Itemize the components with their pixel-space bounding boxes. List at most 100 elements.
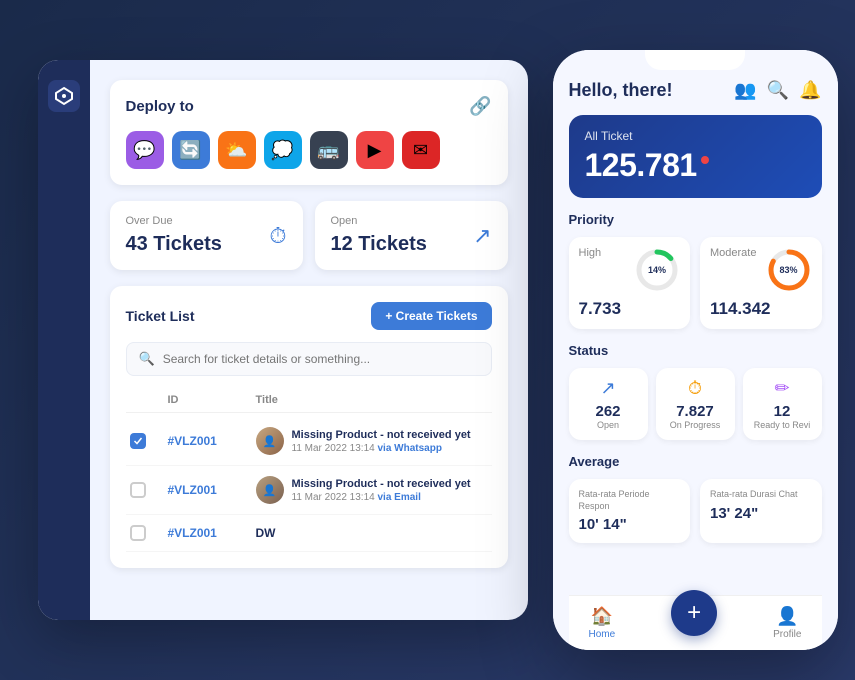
desktop-card: Deploy to 🔗 💬 🔄 ⛅ 💭 🚌 ▶ ✉ Over Due	[38, 60, 528, 620]
priority-section-title: Priority	[569, 212, 822, 227]
table-row[interactable]: #VLZ001 DW	[126, 515, 492, 552]
open-label: Open	[331, 215, 492, 227]
high-priority-header: High 14%	[579, 247, 681, 293]
create-tickets-button[interactable]: + Create Tickets	[371, 302, 491, 330]
avatar: 👤	[256, 427, 284, 455]
mobile-greeting: Hello, there!	[569, 80, 673, 101]
moderate-priority-card: Moderate 83% 114.342	[700, 237, 822, 329]
avg-chat-label: Rata-rata Durasi Chat	[710, 489, 812, 501]
ticket-info: 👤 Missing Product - not received yet 11 …	[256, 427, 488, 455]
avg-chat-card: Rata-rata Durasi Chat 13' 24"	[700, 479, 822, 543]
average-row: Rata-rata Periode Respon 10' 14" Rata-ra…	[569, 479, 822, 543]
ticket-info: 👤 Missing Product - not received yet 11 …	[256, 476, 488, 504]
review-status-icon: ✏	[749, 378, 816, 399]
overdue-value: 43 Tickets	[126, 233, 222, 256]
notification-dot	[701, 156, 709, 164]
progress-status-label: On Progress	[662, 420, 729, 430]
deploy-header: Deploy to 🔗	[126, 96, 492, 117]
avg-response-card: Rata-rata Periode Respon 10' 14"	[569, 479, 691, 543]
users-icon[interactable]: 👥	[734, 80, 756, 101]
ticket-details: Missing Product - not received yet 11 Ma…	[292, 478, 471, 503]
profile-label: Profile	[773, 629, 801, 640]
sidebar-logo	[48, 80, 80, 112]
review-status-value: 12	[749, 403, 816, 420]
open-status-card: ↗ 262 Open	[569, 368, 648, 440]
profile-icon: 👤	[776, 606, 798, 627]
checkbox[interactable]	[130, 482, 146, 498]
progress-status-card: ⏱ 7.827 On Progress	[656, 368, 735, 440]
mobile-nav: 🏠 Home + 👤 Profile	[569, 595, 822, 650]
nav-home[interactable]: 🏠 Home	[589, 606, 616, 640]
notification-icon[interactable]: 🔔	[799, 80, 821, 101]
ticket-details: Missing Product - not received yet 11 Ma…	[292, 429, 471, 454]
checkbox[interactable]	[130, 525, 146, 541]
search-input[interactable]	[163, 352, 479, 366]
progress-status-value: 7.827	[662, 403, 729, 420]
col-id: ID	[168, 394, 248, 406]
high-label: High	[579, 247, 602, 259]
nav-profile[interactable]: 👤 Profile	[773, 606, 801, 640]
moderate-value: 114.342	[710, 299, 812, 319]
high-value: 7.733	[579, 299, 681, 319]
avatar: 👤	[256, 476, 284, 504]
review-status-label: Ready to Revi	[749, 420, 816, 430]
ticket-name: Missing Product - not received yet	[292, 478, 471, 490]
checkbox-checked[interactable]	[130, 433, 146, 449]
link-icon: 🔗	[469, 96, 491, 117]
clock-icon: ⏱	[269, 223, 286, 249]
mobile-notch	[645, 50, 745, 70]
banner-label: All Ticket	[585, 129, 806, 143]
moderate-donut: 83%	[766, 247, 812, 293]
mobile-header: Hello, there! 👥 🔍 🔔	[569, 80, 822, 101]
overdue-stat-card: Over Due 43 Tickets ⏱	[110, 201, 303, 270]
all-ticket-banner: All Ticket 125.781	[569, 115, 822, 198]
ticket-section: Ticket List + Create Tickets 🔍 ID Title	[110, 286, 508, 568]
moderate-priority-header: Moderate 83%	[710, 247, 812, 293]
open-status-label: Open	[575, 420, 642, 430]
high-percent: 14%	[648, 265, 666, 275]
open-status-icon: ↗	[575, 378, 642, 399]
table-row[interactable]: #VLZ001 👤 Missing Product - not received…	[126, 417, 492, 466]
external-link-icon: ↗	[473, 223, 491, 249]
progress-status-icon: ⏱	[662, 378, 729, 399]
ticket-header: Ticket List + Create Tickets	[126, 302, 492, 330]
mobile-content: Hello, there! 👥 🔍 🔔 All Ticket 125.781 P…	[553, 50, 838, 650]
moderate-label: Moderate	[710, 247, 756, 259]
open-status-value: 262	[575, 403, 642, 420]
search-icon: 🔍	[139, 351, 155, 367]
home-icon: 🏠	[591, 606, 613, 627]
home-label: Home	[589, 629, 616, 640]
transit-app-icon[interactable]: 🚌	[310, 131, 348, 169]
deploy-title: Deploy to	[126, 98, 194, 115]
video-app-icon[interactable]: ▶	[356, 131, 394, 169]
deploy-section: Deploy to 🔗 💬 🔄 ⛅ 💭 🚌 ▶ ✉	[110, 80, 508, 185]
ticket-initials: DW	[256, 526, 276, 540]
plus-icon: +	[687, 599, 701, 627]
mobile-header-icons: 👥 🔍 🔔	[734, 80, 821, 101]
table-row[interactable]: #VLZ001 👤 Missing Product - not received…	[126, 466, 492, 515]
open-stat-card: Open 12 Tickets ↗	[315, 201, 508, 270]
stats-row: Over Due 43 Tickets ⏱ Open 12 Tickets ↗	[110, 201, 508, 270]
ticket-list-title: Ticket List	[126, 308, 195, 324]
mail-app-icon[interactable]: ✉	[402, 131, 440, 169]
high-donut: 14%	[634, 247, 680, 293]
ticket-id: #VLZ001	[168, 483, 248, 497]
nav-plus-button[interactable]: +	[671, 590, 717, 636]
avg-response-value: 10' 14"	[579, 516, 681, 533]
ticket-meta: 11 Mar 2022 13:14 via Whatsapp	[292, 443, 471, 454]
message-app-icon[interactable]: 💭	[264, 131, 302, 169]
ticket-name: Missing Product - not received yet	[292, 429, 471, 441]
search-bar[interactable]: 🔍	[126, 342, 492, 376]
search-icon[interactable]: 🔍	[767, 80, 789, 101]
history-app-icon[interactable]: 🔄	[172, 131, 210, 169]
chat-app-icon[interactable]: 💬	[126, 131, 164, 169]
ticket-meta: 11 Mar 2022 13:14 via Email	[292, 492, 471, 503]
overdue-label: Over Due	[126, 215, 287, 227]
mobile-card: Hello, there! 👥 🔍 🔔 All Ticket 125.781 P…	[553, 50, 838, 650]
high-priority-card: High 14% 7.733	[569, 237, 691, 329]
weather-app-icon[interactable]: ⛅	[218, 131, 256, 169]
status-row: ↗ 262 Open ⏱ 7.827 On Progress ✏ 12 Read…	[569, 368, 822, 440]
average-section-title: Average	[569, 454, 822, 469]
moderate-percent: 83%	[779, 265, 797, 275]
priority-row: High 14% 7.733 Moderate	[569, 237, 822, 329]
